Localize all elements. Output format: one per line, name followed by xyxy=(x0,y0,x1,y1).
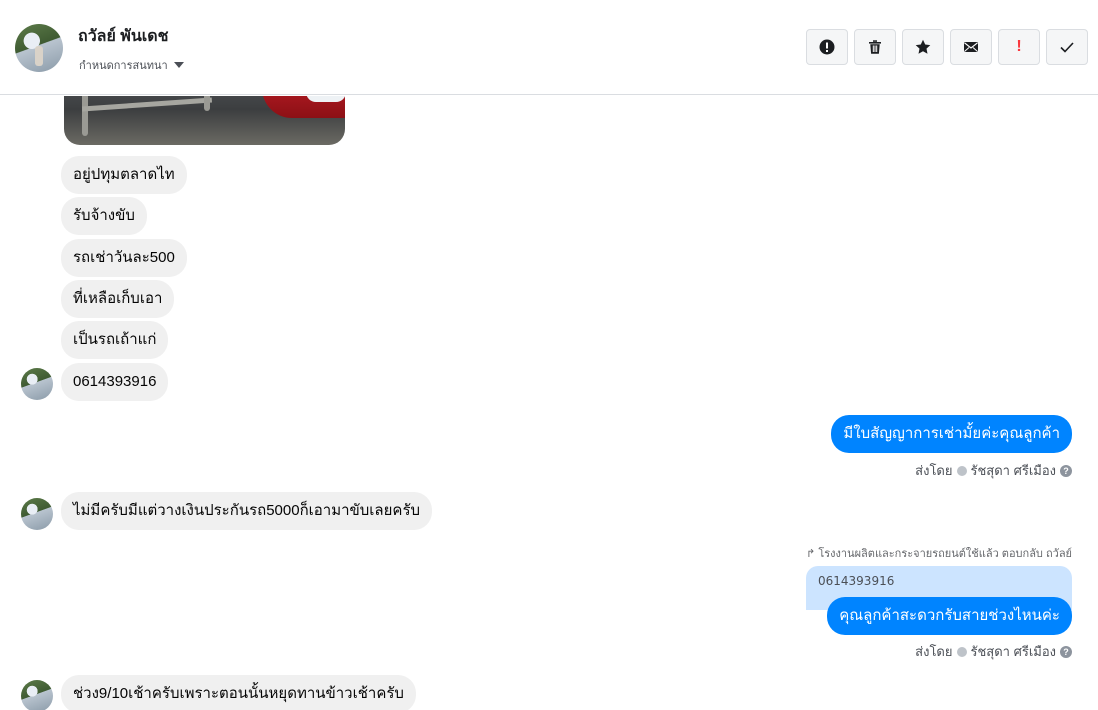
checkmark-icon xyxy=(1060,42,1074,53)
sent-by-label: ส่งโดย xyxy=(915,644,953,659)
assign-conversation-dropdown[interactable]: กำหนดการสนทนา xyxy=(79,56,184,74)
contact-avatar-small[interactable] xyxy=(21,498,53,530)
contact-avatar-small[interactable] xyxy=(21,368,53,400)
envelope-icon xyxy=(964,42,978,52)
exclamation-circle-icon xyxy=(819,39,835,55)
caret-down-icon xyxy=(173,62,184,68)
reply-context: ↱ โรงงานผลิตและกระจายรถยนต์ใช้แล้ว ตอบกล… xyxy=(806,544,1072,562)
incoming-message[interactable]: ช่วง9/10เช้าครับเพราะตอนนั้นหยุดทานข้าวเ… xyxy=(61,675,416,710)
contact-avatar-small[interactable] xyxy=(21,680,53,710)
agent-status-icon xyxy=(956,465,967,476)
help-icon[interactable]: ? xyxy=(1060,645,1072,658)
assign-label: กำหนดการสนทนา xyxy=(79,59,168,72)
star-icon xyxy=(915,39,931,54)
incoming-message[interactable]: อยู่ปทุมตลาดไท xyxy=(61,156,187,194)
incoming-message[interactable]: 0614393916 xyxy=(61,363,169,401)
incoming-message[interactable]: ไม่มีครับมีแต่วางเงินประกันรถ5000ก็เอามา… xyxy=(61,492,433,530)
outgoing-message[interactable]: คุณลูกค้าสะดวกรับสายช่วงไหนค่ะ xyxy=(827,597,1072,635)
sent-by-info: ส่งโดย รัชสุดา ศรีเมือง ? xyxy=(915,460,1072,481)
mark-unread-button[interactable] xyxy=(950,29,992,65)
outgoing-message[interactable]: มีใบสัญญาการเช่ามั้ยค่ะคุณลูกค้า xyxy=(831,415,1072,453)
contact-avatar[interactable] xyxy=(15,24,63,72)
mark-done-button[interactable] xyxy=(1046,29,1088,65)
sent-by-label: ส่งโดย xyxy=(915,463,953,478)
action-toolbar: ! xyxy=(806,29,1088,65)
incoming-message[interactable]: เป็นรถเถ้าแก่ xyxy=(61,321,169,359)
agent-name: รัชสุดา ศรีเมือง xyxy=(970,644,1057,659)
message-thread[interactable]: อยู่ปทุมตลาดไท รับจ้างขับ รถเช่าวันละ500… xyxy=(0,96,1098,710)
incoming-message[interactable]: รถเช่าวันละ500 xyxy=(61,239,187,277)
agent-status-icon xyxy=(956,646,967,657)
shared-photo[interactable] xyxy=(64,96,345,145)
contact-name[interactable]: ถวัลย์ พันเดช xyxy=(78,24,169,49)
trash-icon xyxy=(869,40,881,54)
delete-button[interactable] xyxy=(854,29,896,65)
reply-arrow-icon: ↱ xyxy=(806,547,816,560)
conversation-header: ถวัลย์ พันเดช กำหนดการสนทนา ! xyxy=(0,0,1098,95)
sent-by-info: ส่งโดย รัชสุดา ศรีเมือง ? xyxy=(915,641,1072,662)
mark-spam-button[interactable]: ! xyxy=(998,29,1040,65)
spam-exclamation-icon: ! xyxy=(1016,38,1022,55)
mark-follow-up-button[interactable] xyxy=(806,29,848,65)
help-icon[interactable]: ? xyxy=(1060,464,1072,477)
reply-note-text: โรงงานผลิตและกระจายรถยนต์ใช้แล้ว ตอบกลับ… xyxy=(818,548,1072,560)
agent-name: รัชสุดา ศรีเมือง xyxy=(970,463,1057,478)
incoming-message[interactable]: ที่เหลือเก็บเอา xyxy=(61,280,175,318)
star-button[interactable] xyxy=(902,29,944,65)
incoming-message[interactable]: รับจ้างขับ xyxy=(61,197,147,235)
